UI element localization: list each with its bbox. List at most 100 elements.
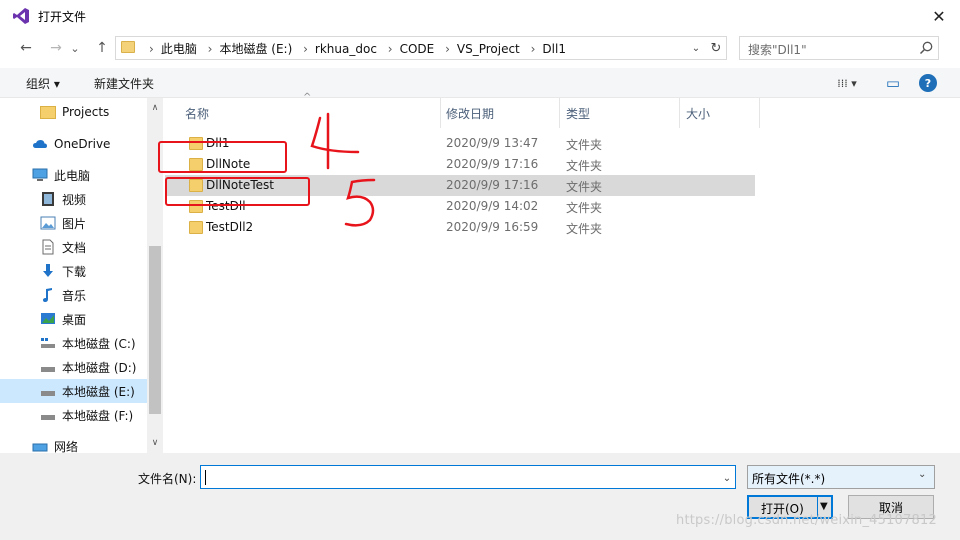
search-icon (919, 41, 933, 55)
sidebar-item-music[interactable]: 音乐 (0, 283, 147, 307)
sidebar-item-this-pc[interactable]: 此电脑 (0, 163, 147, 187)
breadcrumb-item[interactable]: CODE (400, 42, 435, 56)
mark-label: 5 (340, 176, 341, 177)
file-type-select[interactable]: 所有文件(*.*) ⌄ (747, 465, 935, 489)
close-button[interactable]: ✕ (918, 0, 960, 32)
sidebar-item-desktop[interactable]: 桌面 (0, 307, 147, 331)
dialog-footer: 文件名(N): ⌄ 所有文件(*.*) ⌄ 打开(O) ▼ 取消 https:/… (0, 453, 960, 540)
folder-icon (121, 41, 135, 53)
navigation-pane: Projects OneDrive 此电脑 视频 图片 文档 下载 音乐 桌面 … (0, 98, 163, 454)
recent-locations-button[interactable]: ⌄ (68, 38, 82, 58)
file-name: TestDll2 (206, 220, 254, 234)
search-input[interactable]: 搜索"Dll1" (739, 36, 939, 60)
folder-icon (40, 105, 56, 119)
sidebar-item-drive-c[interactable]: 本地磁盘 (C:) (0, 331, 147, 355)
chevron-down-icon: ⌄ (918, 469, 927, 480)
preview-pane-icon[interactable]: ▭ (882, 74, 904, 92)
sidebar-item-drive-d[interactable]: 本地磁盘 (D:) (0, 355, 147, 379)
file-type: 文件夹 (566, 222, 603, 236)
back-arrow-icon: ← (20, 40, 32, 56)
address-bar[interactable]: › 此电脑 › 本地磁盘 (E:) › rkhua_doc › CODE › VS_Pro… (115, 36, 727, 60)
breadcrumb-separator: › (149, 42, 154, 56)
network-icon (32, 443, 48, 452)
scroll-down-icon[interactable]: ∨ (147, 435, 163, 451)
sidebar-item-drive-f[interactable]: 本地磁盘 (F:) (0, 403, 147, 427)
document-icon (42, 239, 54, 255)
annotation-box (165, 177, 310, 206)
file-type: 文件夹 (566, 180, 603, 194)
file-type: 文件夹 (566, 159, 603, 173)
sidebar-item-label: 网络 (54, 439, 79, 454)
breadcrumb-item[interactable]: Dll1 (542, 42, 566, 56)
drive-icon (41, 391, 55, 396)
sidebar-item-label: 本地磁盘 (D:) (62, 360, 137, 375)
view-options-icon[interactable]: ⁞⁞⁞ ▾ (828, 74, 866, 92)
sidebar-item-label: 此电脑 (54, 168, 91, 183)
sidebar-item-label: 桌面 (62, 312, 87, 327)
mark-label: 4 (306, 112, 307, 113)
breadcrumb-separator: › (445, 42, 450, 56)
drive-icon (41, 367, 55, 372)
breadcrumb-item[interactable]: 此电脑 (161, 42, 197, 56)
breadcrumb-separator: › (207, 42, 213, 56)
computer-icon (32, 168, 48, 181)
annotation-box (158, 141, 287, 173)
breadcrumb-item[interactable]: 本地磁盘 (E:) (219, 42, 292, 56)
up-button[interactable]: ↑ (92, 38, 112, 58)
back-button[interactable]: ← (16, 38, 36, 58)
search-placeholder: 搜索"Dll1" (748, 43, 807, 57)
column-header-type[interactable]: 类型 (558, 98, 680, 128)
command-bar: 组织 ▾ 新建文件夹 ⁞⁞⁞ ▾ ▭ ? (0, 68, 960, 98)
chevron-down-icon: ⌄ (722, 472, 732, 484)
annotation-mark: 4 (306, 112, 360, 170)
new-folder-button[interactable]: 新建文件夹 (94, 75, 154, 92)
organize-menu[interactable]: 组织 ▾ (26, 75, 60, 92)
breadcrumb-separator: › (530, 42, 536, 56)
sidebar-item-label: OneDrive (54, 137, 111, 151)
filename-history-button[interactable]: ⌄ (719, 469, 735, 487)
sidebar-item-onedrive[interactable]: OneDrive (0, 132, 147, 156)
up-arrow-icon: ↑ (96, 40, 108, 56)
picture-icon (40, 216, 56, 230)
sidebar-item-drive-e[interactable]: 本地磁盘 (E:) (0, 379, 147, 403)
filename-label: 文件名(N): (138, 472, 197, 486)
sidebar-item-label: 文档 (62, 240, 87, 255)
help-icon[interactable]: ? (919, 74, 937, 92)
sidebar-item-projects[interactable]: Projects (0, 100, 147, 124)
scroll-up-icon[interactable]: ∧ (147, 100, 163, 116)
breadcrumb-separator: › (303, 42, 308, 56)
drive-icon (41, 338, 55, 348)
file-type-value: 所有文件(*.*) (752, 472, 826, 486)
sidebar-item-label: 视频 (62, 192, 87, 207)
sidebar-item-label: 图片 (62, 216, 87, 231)
sidebar-item-label: 本地磁盘 (C:) (62, 336, 136, 351)
forward-button[interactable]: → (46, 38, 66, 58)
file-type: 文件夹 (566, 138, 603, 152)
address-history-button[interactable]: ⌄ (688, 39, 704, 57)
column-label: 大小 (686, 106, 711, 121)
column-header-size[interactable]: 大小 (678, 98, 760, 128)
watermark-text: https://blog.csdn.net/weixin_45107812 (676, 513, 937, 528)
scrollbar-thumb[interactable] (149, 246, 161, 414)
chevron-down-icon: ⌄ (691, 42, 701, 54)
sidebar-item-downloads[interactable]: 下载 (0, 259, 147, 283)
breadcrumb-item[interactable]: rkhua_doc (315, 42, 377, 56)
file-type: 文件夹 (566, 201, 603, 215)
close-icon: ✕ (932, 6, 946, 26)
sidebar-item-label: 本地磁盘 (F:) (62, 408, 134, 423)
column-header-date[interactable]: 修改日期 (438, 98, 560, 128)
refresh-button[interactable]: ↻ (706, 38, 726, 58)
table-row[interactable]: TestDll2 2020/9/9 16:59 文件夹 (165, 217, 755, 238)
breadcrumb-item[interactable]: VS_Project (457, 42, 520, 56)
column-label: 名称 (185, 106, 210, 121)
sidebar-item-label: 本地磁盘 (E:) (62, 384, 135, 399)
file-date: 2020/9/9 17:16 (446, 178, 539, 192)
visual-studio-icon (13, 8, 29, 24)
sidebar-item-pictures[interactable]: 图片 (0, 211, 147, 235)
filename-input[interactable]: ⌄ (200, 465, 736, 489)
chevron-down-icon: ⌄ (70, 41, 80, 55)
sidebar-item-videos[interactable]: 视频 (0, 187, 147, 211)
sidebar-item-documents[interactable]: 文档 (0, 235, 147, 259)
file-date: 2020/9/9 13:47 (446, 136, 539, 150)
open-options-dropdown[interactable]: ▼ (820, 501, 828, 512)
